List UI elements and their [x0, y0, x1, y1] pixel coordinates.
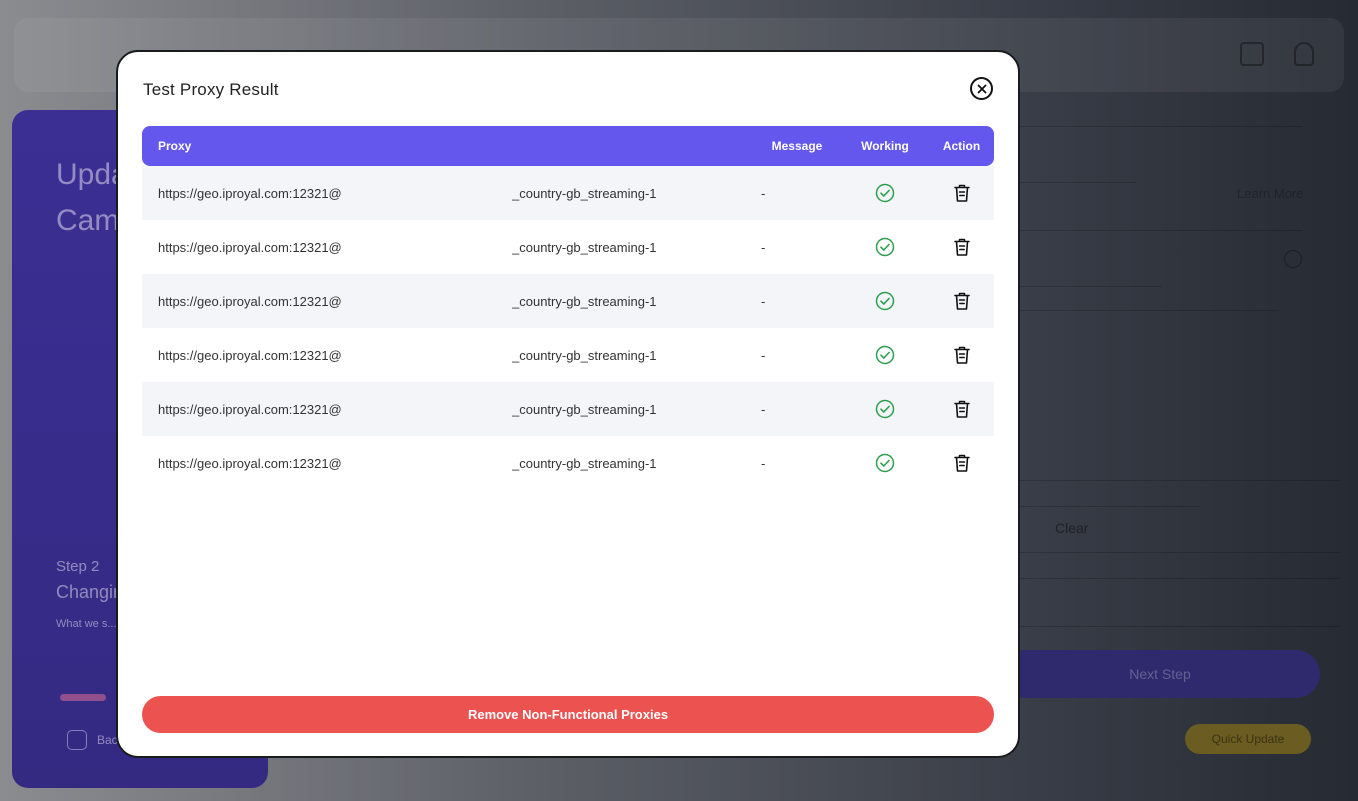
background-grid-icon: [1240, 42, 1264, 66]
trash-icon[interactable]: [953, 453, 971, 473]
back-icon: [67, 730, 87, 750]
working-cell: [841, 183, 929, 203]
working-cell: [841, 453, 929, 473]
background-progress-bar: [60, 694, 106, 701]
trash-icon[interactable]: [953, 291, 971, 311]
proxy-url-cell: https://geo.iproyal.com:12321@: [158, 455, 342, 471]
remove-non-functional-proxies-button[interactable]: Remove Non-Functional Proxies: [142, 696, 994, 733]
test-proxy-result-modal: Test Proxy Result Proxy Message Working …: [116, 50, 1020, 758]
background-learn-more: Learn More: [1237, 186, 1304, 201]
proxy-results-table: Proxy Message Working Action https://geo…: [142, 126, 994, 490]
working-cell: [841, 291, 929, 311]
trash-icon[interactable]: [953, 237, 971, 257]
background-info-icon: [1284, 250, 1302, 268]
column-header-action: Action: [942, 139, 981, 153]
close-button[interactable]: [970, 77, 993, 100]
proxy-url-cell: https://geo.iproyal.com:12321@: [158, 401, 342, 417]
check-circle-icon: [875, 291, 895, 311]
modal-title: Test Proxy Result: [143, 80, 279, 99]
proxy-user-cell: _country-gb_streaming-1: [512, 185, 657, 201]
trash-icon[interactable]: [953, 183, 971, 203]
check-circle-icon: [875, 183, 895, 203]
table-row: https://geo.iproyal.com:12321@ _country-…: [142, 274, 994, 328]
message-cell: -: [761, 185, 766, 201]
background-divider: [1020, 126, 1302, 127]
proxy-user-cell: _country-gb_streaming-1: [512, 401, 657, 417]
action-cell: [929, 399, 994, 419]
working-cell: [841, 399, 929, 419]
proxy-url-cell: https://geo.iproyal.com:12321@: [158, 347, 342, 363]
background-divider: [1020, 286, 1162, 287]
background-next-step-button: Next Step: [1000, 650, 1320, 698]
close-icon: [977, 84, 986, 93]
proxy-user-cell: _country-gb_streaming-1: [512, 293, 657, 309]
background-clear-button: Clear: [1055, 520, 1089, 536]
action-cell: [929, 453, 994, 473]
check-circle-icon: [875, 345, 895, 365]
column-header-working: Working: [861, 139, 909, 153]
message-cell: -: [761, 401, 766, 417]
background-divider: [1020, 310, 1278, 311]
working-cell: [841, 345, 929, 365]
trash-icon[interactable]: [953, 345, 971, 365]
table-row: https://geo.iproyal.com:12321@ _country-…: [142, 166, 994, 220]
background-divider: [1020, 480, 1340, 481]
background-divider: [1020, 578, 1340, 579]
proxy-user-cell: _country-gb_streaming-1: [512, 455, 657, 471]
background-divider: [1020, 552, 1340, 553]
table-row: https://geo.iproyal.com:12321@ _country-…: [142, 328, 994, 382]
background-quick-update-button: Quick Update: [1185, 724, 1311, 754]
background-bell-icon: [1294, 42, 1314, 66]
proxy-user-cell: _country-gb_streaming-1: [512, 347, 657, 363]
action-cell: [929, 183, 994, 203]
action-cell: [929, 237, 994, 257]
message-cell: -: [761, 455, 766, 471]
background-divider: [1020, 230, 1302, 231]
action-cell: [929, 345, 994, 365]
background-divider: [1020, 506, 1200, 507]
message-cell: -: [761, 347, 766, 363]
proxy-url-cell: https://geo.iproyal.com:12321@: [158, 293, 342, 309]
action-cell: [929, 291, 994, 311]
table-body: https://geo.iproyal.com:12321@ _country-…: [142, 166, 994, 490]
background-divider: [1020, 626, 1340, 627]
proxy-user-cell: _country-gb_streaming-1: [512, 239, 657, 255]
check-circle-icon: [875, 453, 895, 473]
trash-icon[interactable]: [953, 399, 971, 419]
proxy-url-cell: https://geo.iproyal.com:12321@: [158, 185, 342, 201]
table-row: https://geo.iproyal.com:12321@ _country-…: [142, 220, 994, 274]
check-circle-icon: [875, 237, 895, 257]
column-header-proxy: Proxy: [158, 139, 192, 153]
column-header-message: Message: [771, 139, 823, 153]
working-cell: [841, 237, 929, 257]
background-step-label: Step 2: [56, 558, 100, 575]
table-row: https://geo.iproyal.com:12321@ _country-…: [142, 382, 994, 436]
message-cell: -: [761, 239, 766, 255]
background-divider: [1020, 182, 1136, 183]
check-circle-icon: [875, 399, 895, 419]
table-header: Proxy Message Working Action: [142, 126, 994, 166]
table-row: https://geo.iproyal.com:12321@ _country-…: [142, 436, 994, 490]
message-cell: -: [761, 293, 766, 309]
proxy-url-cell: https://geo.iproyal.com:12321@: [158, 239, 342, 255]
